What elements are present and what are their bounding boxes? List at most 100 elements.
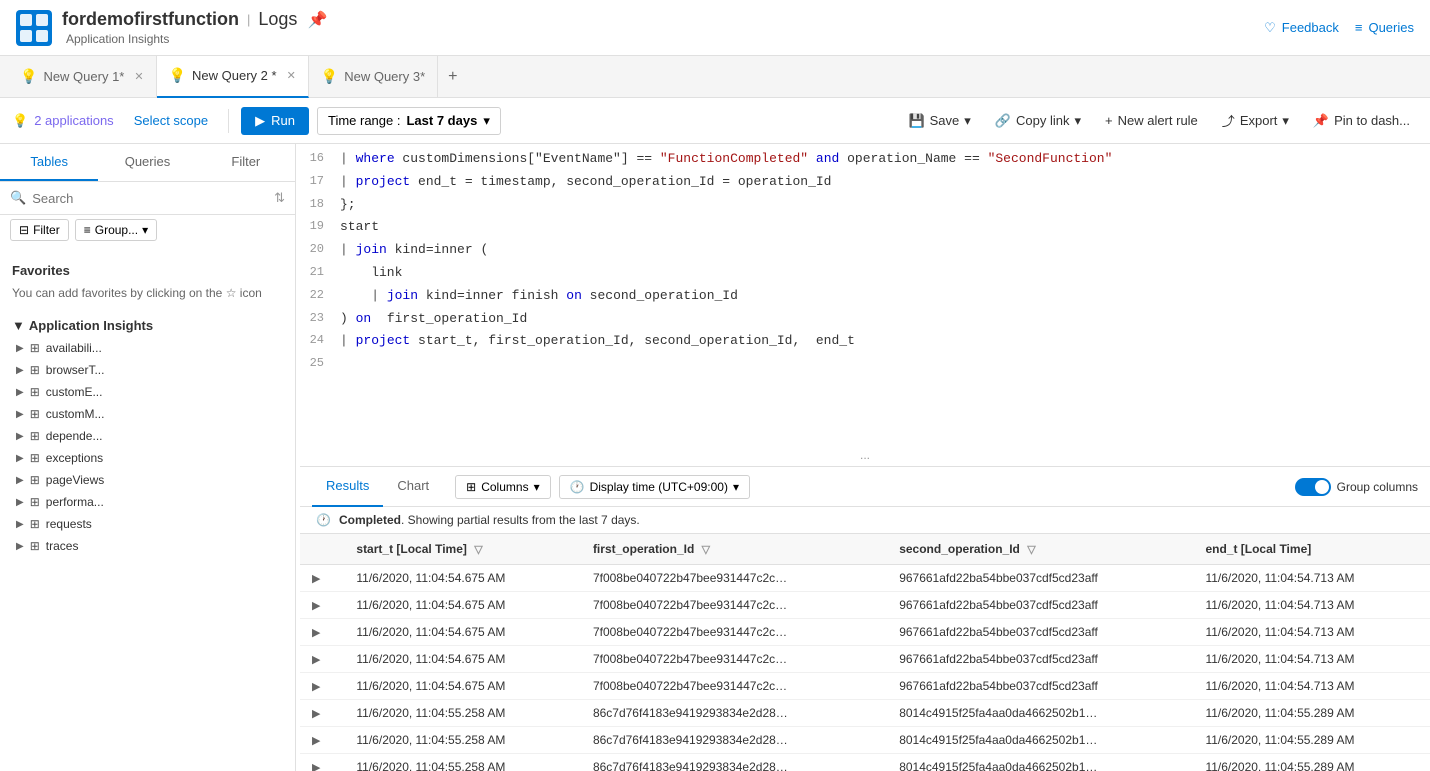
row-expand-cell[interactable]: ▶ [300,592,344,619]
row-expand-icon[interactable]: ▶ [312,762,320,771]
table-item[interactable]: ▶⊞browserT... [0,359,295,381]
display-time-button[interactable]: 🕐 Display time (UTC+09:00) ▾ [559,475,750,499]
timerange-button[interactable]: Time range : Last 7 days ▾ [317,107,501,135]
row-expand-cell[interactable]: ▶ [300,700,344,727]
code-editor[interactable]: 16| where customDimensions["EventName"] … [300,144,1430,444]
table-row[interactable]: ▶ 11/6/2020, 11:04:55.258 AM 86c7d76f418… [300,700,1430,727]
cell-start-t: 11/6/2020, 11:04:55.258 AM [344,754,581,771]
save-label: Save [930,113,960,128]
queries-icon: ≡ [1355,20,1363,35]
row-expand-icon[interactable]: ▶ [312,681,320,693]
filter-icon-start[interactable]: ▽ [474,544,482,556]
app-insights-section[interactable]: ▼ Application Insights [0,310,295,337]
cell-end-t: 11/6/2020, 11:04:54.713 AM [1193,565,1430,592]
table-row[interactable]: ▶ 11/6/2020, 11:04:54.675 AM 7f008be0407… [300,565,1430,592]
row-expand-icon[interactable]: ▶ [312,573,320,585]
sort-icon[interactable]: ⇅ [274,190,285,206]
newalert-button[interactable]: + New alert rule [1097,108,1206,133]
tab2-close[interactable]: ✕ [287,69,296,82]
sidebar-search-box[interactable]: 🔍 ⇅ [0,182,295,215]
filter-icon-second[interactable]: ▽ [1027,544,1035,556]
feedback-button[interactable]: ♡ Feedback [1264,20,1339,36]
group-icon: ≡ [84,223,91,237]
columns-button[interactable]: ⊞ Columns ▾ [455,475,550,499]
line-content: | join kind=inner finish on second_opera… [340,286,1430,307]
table-item[interactable]: ▶⊞requests [0,513,295,535]
table-row[interactable]: ▶ 11/6/2020, 11:04:54.675 AM 7f008be0407… [300,646,1430,673]
row-expand-cell[interactable]: ▶ [300,646,344,673]
table-item[interactable]: ▶⊞customM... [0,403,295,425]
row-expand-icon[interactable]: ▶ [312,654,320,666]
add-tab-button[interactable]: + [438,68,467,86]
code-line: 24| project start_t, first_operation_Id,… [300,330,1430,353]
results-tab-chart[interactable]: Chart [383,467,443,507]
results-table-wrap[interactable]: start_t [Local Time] ▽ first_operation_I… [300,534,1430,771]
tab2-icon: 💡 [169,67,186,84]
table-row[interactable]: ▶ 11/6/2020, 11:04:55.258 AM 86c7d76f418… [300,754,1430,771]
table-item[interactable]: ▶⊞exceptions [0,447,295,469]
sidebar-tab-queries[interactable]: Queries [98,144,196,181]
toggle-track[interactable] [1295,478,1331,496]
row-expand-cell[interactable]: ▶ [300,673,344,700]
tab1-close[interactable]: ✕ [134,70,143,83]
row-expand-icon[interactable]: ▶ [312,708,320,720]
sidebar-content: Favorites You can add favorites by click… [0,247,295,771]
cell-second-op: 967661afd22ba54bbe037cdf5cd23aff [887,646,1193,673]
table-item[interactable]: ▶⊞depende... [0,425,295,447]
columns-chevron: ▾ [534,480,540,494]
run-button[interactable]: ▶ Run [241,107,309,135]
tab-new-query-2[interactable]: 💡 New Query 2 * ✕ [157,56,309,98]
sidebar-tab-tables[interactable]: Tables [0,144,98,181]
table-item[interactable]: ▶⊞pageViews [0,469,295,491]
cell-end-t: 11/6/2020, 11:04:55.289 AM [1193,727,1430,754]
export-button[interactable]: ⤴ Export ▾ [1214,106,1297,135]
group-button[interactable]: ≡ Group... ▾ [75,219,157,241]
pin-button[interactable]: 📌 Pin to dash... [1305,108,1418,134]
row-expand-cell[interactable]: ▶ [300,619,344,646]
pin-icon[interactable]: 📌 [307,10,327,30]
tab-new-query-3[interactable]: 💡 New Query 3* [309,56,438,98]
table-row[interactable]: ▶ 11/6/2020, 11:04:55.258 AM 86c7d76f418… [300,727,1430,754]
line-content: start [340,217,1430,238]
sidebar-tab-filter[interactable]: Filter [197,144,295,181]
table-row[interactable]: ▶ 11/6/2020, 11:04:54.675 AM 7f008be0407… [300,592,1430,619]
line-number: 17 [300,172,340,191]
table-item[interactable]: ▶⊞customE... [0,381,295,403]
copylink-button[interactable]: 🔗 Copy link ▾ [987,108,1089,134]
app-name: fordemofirstfunction [62,9,239,30]
group-columns-toggle[interactable]: Group columns [1295,478,1418,496]
row-expand-icon[interactable]: ▶ [312,600,320,612]
th-second-op[interactable]: second_operation_Id ▽ [887,534,1193,565]
save-button[interactable]: 💾 Save ▾ [900,108,978,134]
th-start-t[interactable]: start_t [Local Time] ▽ [344,534,581,565]
table-row[interactable]: ▶ 11/6/2020, 11:04:54.675 AM 7f008be0407… [300,619,1430,646]
line-content: | where customDimensions["EventName"] ==… [340,149,1430,170]
feedback-label: Feedback [1282,20,1339,35]
results-section: Results Chart ⊞ Columns ▾ 🕐 Display time… [300,466,1430,771]
row-expand-cell[interactable]: ▶ [300,754,344,771]
table-item[interactable]: ▶⊞performa... [0,491,295,513]
row-expand-icon[interactable]: ▶ [312,735,320,747]
expand-icon: ▶ [16,365,24,376]
queries-button[interactable]: ≡ Queries [1355,20,1414,35]
row-expand-cell[interactable]: ▶ [300,565,344,592]
queries-label: Queries [1368,20,1414,35]
table-row[interactable]: ▶ 11/6/2020, 11:04:54.675 AM 7f008be0407… [300,673,1430,700]
filter-button[interactable]: ⊟ Filter [10,219,69,241]
search-input[interactable] [32,191,268,206]
tab-new-query-1[interactable]: 💡 New Query 1* ✕ [8,56,157,98]
status-detail: . Showing partial results from the last … [401,513,640,527]
code-line: 17| project end_t = timestamp, second_op… [300,171,1430,194]
row-expand-cell[interactable]: ▶ [300,727,344,754]
table-item[interactable]: ▶⊞traces [0,535,295,557]
table-item[interactable]: ▶⊞availabili... [0,337,295,359]
line-content: link [340,263,1430,284]
row-expand-icon[interactable]: ▶ [312,627,320,639]
table-grid-icon: ⊞ [30,385,40,399]
th-first-op[interactable]: first_operation_Id ▽ [581,534,887,565]
results-tab-results[interactable]: Results [312,467,383,507]
select-scope-button[interactable]: Select scope [126,108,216,133]
code-line: 19start [300,216,1430,239]
filter-icon-first[interactable]: ▽ [702,544,710,556]
th-end-t[interactable]: end_t [Local Time] [1193,534,1430,565]
